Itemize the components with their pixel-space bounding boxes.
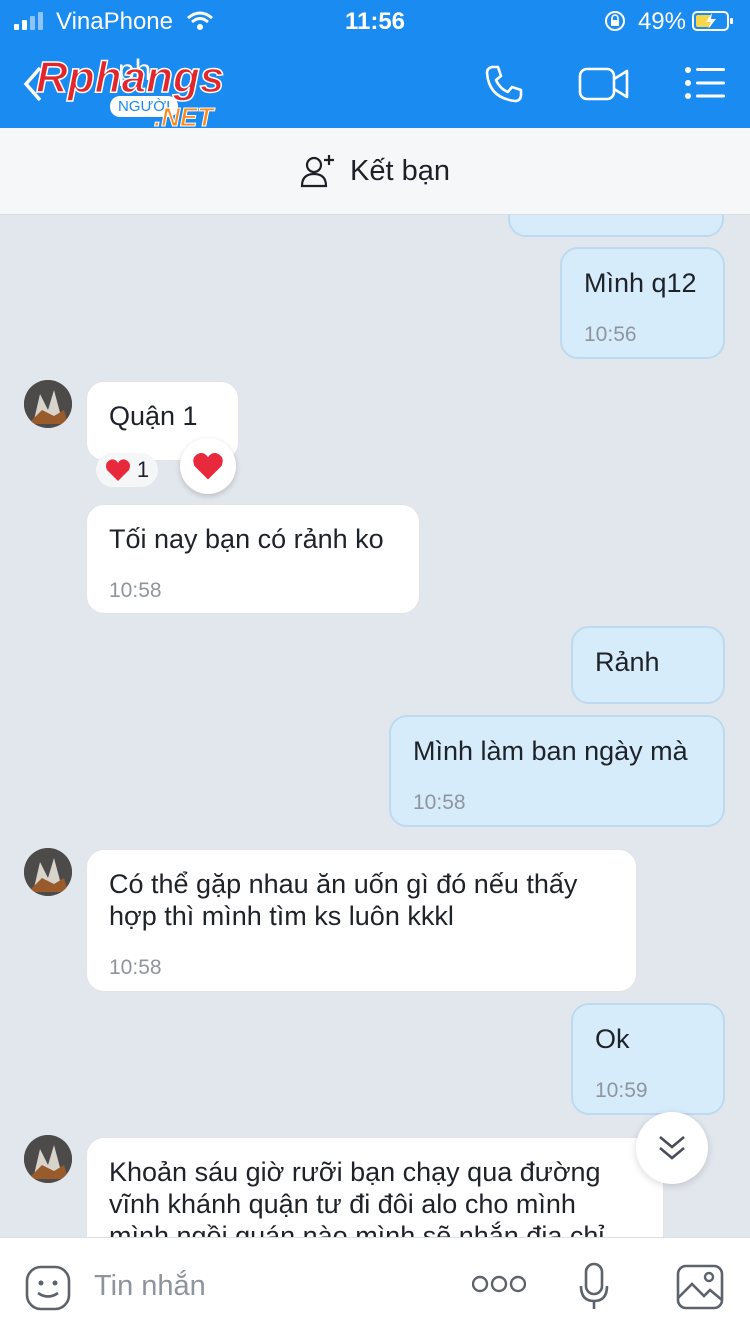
message-bubble[interactable]: Mình q12 10:56 [560, 247, 725, 359]
orientation-lock-icon [605, 11, 625, 31]
phone-icon[interactable] [484, 64, 524, 104]
battery-charging-icon [692, 11, 733, 31]
message-time: 10:56 [584, 323, 637, 346]
composer-bar [0, 1237, 750, 1335]
message-bubble[interactable]: Mình làm ban ngày mà 10:58 [389, 715, 725, 827]
message-bubble[interactable]: Rảnh [571, 626, 725, 704]
video-icon[interactable] [578, 66, 630, 102]
message-time: 10:58 [109, 956, 162, 979]
double-chevron-down-icon [659, 1136, 685, 1160]
avatar[interactable] [24, 1135, 72, 1183]
avatar[interactable] [24, 848, 72, 896]
add-friend-icon [300, 155, 334, 188]
svg-text:Rphangs: Rphangs [36, 53, 224, 102]
watermark-logo: Rphangs .NET [36, 52, 225, 130]
message-bubble[interactable]: Có thể gặp nhau ăn uốn gì đó nếu thấy hợ… [86, 849, 637, 992]
message-time: 10:58 [413, 791, 466, 814]
add-friend-label: Kết bạn [350, 154, 450, 187]
message-bubble[interactable] [508, 215, 724, 237]
message-time: 10:59 [595, 1079, 648, 1102]
message-input[interactable] [94, 1266, 424, 1306]
message-list[interactable]: Mình q12 10:56 Quận 1 1 Tối nay bạn có r… [0, 215, 750, 1237]
message-bubble[interactable]: Ok 10:59 [571, 1003, 725, 1115]
status-bar: VinaPhone 11:56 49% [0, 0, 750, 40]
heart-icon [105, 459, 130, 481]
microphone-icon[interactable] [578, 1262, 610, 1312]
heart-icon [193, 452, 223, 480]
more-options-icon[interactable] [472, 1274, 526, 1294]
sticker-icon[interactable] [24, 1264, 72, 1312]
message-bubble[interactable]: Tối nay bạn có rảnh ko 10:58 [86, 504, 420, 614]
add-friend-button[interactable]: Kết bạn [0, 128, 750, 215]
image-icon[interactable] [676, 1264, 724, 1310]
message-bubble[interactable]: Khoản sáu giờ rưỡi bạn chạy qua đường vĩ… [86, 1137, 664, 1237]
menu-icon[interactable] [684, 66, 726, 100]
reaction-count[interactable]: 1 [96, 453, 158, 487]
avatar[interactable] [24, 380, 72, 428]
scroll-to-bottom-button[interactable] [636, 1112, 708, 1184]
message-time: 10:58 [109, 579, 162, 602]
battery-percent: 49% [637, 8, 686, 35]
chat-header: ph NGƯỜI Rphangs .NET [0, 40, 750, 130]
react-button[interactable] [180, 438, 236, 494]
svg-text:.NET: .NET [154, 102, 215, 130]
